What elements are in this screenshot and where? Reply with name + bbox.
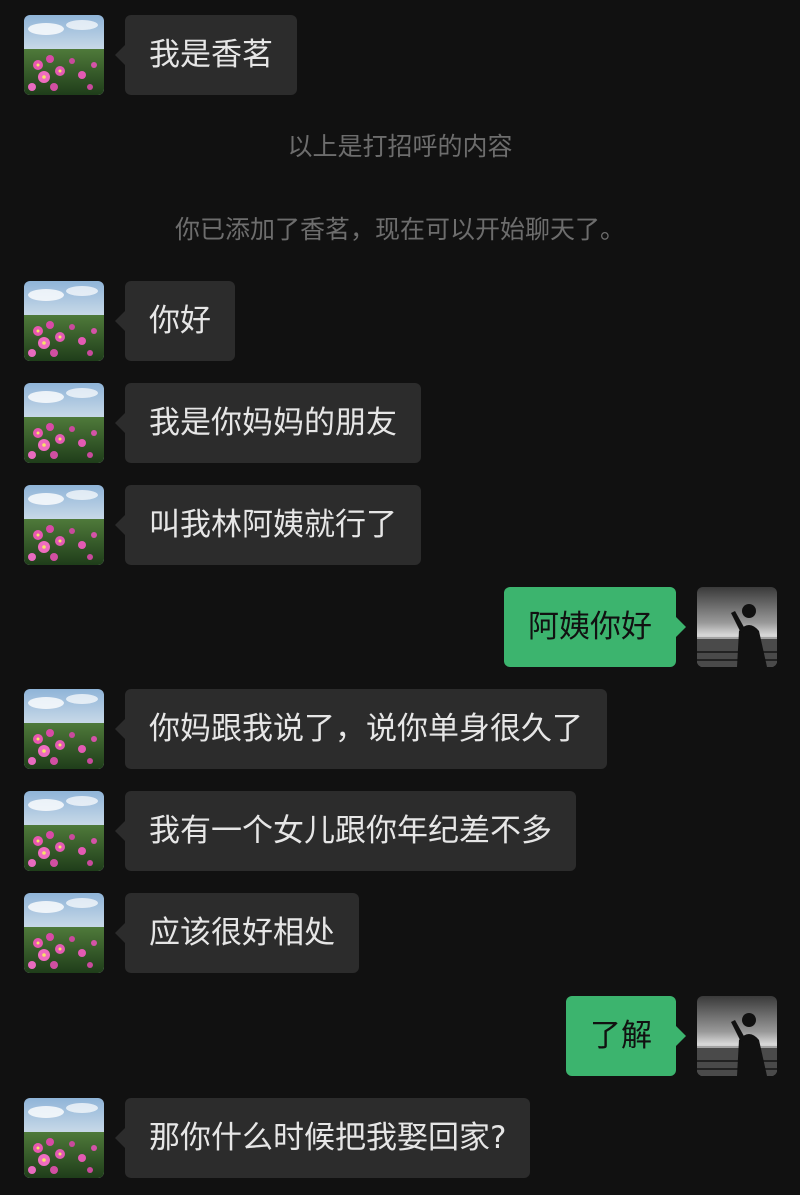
flower-field-avatar-icon xyxy=(24,893,104,973)
outgoing-message-bubble[interactable]: 阿姨你好 xyxy=(504,587,686,667)
message-row: 叫我林阿姨就行了 xyxy=(0,485,800,565)
flower-field-avatar-icon xyxy=(24,1098,104,1178)
message-row: 你妈跟我说了，说你单身很久了 xyxy=(0,689,800,769)
incoming-message-bubble[interactable]: 叫我林阿姨就行了 xyxy=(115,485,421,565)
message-row: 我有一个女儿跟你年纪差不多 xyxy=(0,791,800,871)
message-row: 了解 xyxy=(0,996,800,1076)
message-row: 阿姨你好 xyxy=(0,587,800,667)
system-notice: 你已添加了香茗，现在可以开始聊天了。 xyxy=(174,215,625,244)
outgoing-message-bubble[interactable]: 了解 xyxy=(566,996,686,1076)
message-row: 我是你妈妈的朋友 xyxy=(0,383,800,463)
incoming-message-bubble[interactable]: 我是你妈妈的朋友 xyxy=(115,383,421,463)
system-notice: 以上是打招呼的内容 xyxy=(287,132,513,161)
incoming-message-bubble[interactable]: 我是香茗 xyxy=(115,15,297,95)
contact-avatar[interactable] xyxy=(24,893,104,973)
contact-avatar[interactable] xyxy=(24,15,104,95)
flower-field-avatar-icon xyxy=(24,485,104,565)
flower-field-avatar-icon xyxy=(24,689,104,769)
flower-field-avatar-icon xyxy=(24,791,104,871)
message-row: 你好 xyxy=(0,281,800,361)
my-avatar[interactable] xyxy=(697,587,777,667)
contact-avatar[interactable] xyxy=(24,485,104,565)
contact-avatar[interactable] xyxy=(24,689,104,769)
contact-avatar[interactable] xyxy=(24,383,104,463)
message-row: 应该很好相处 xyxy=(0,893,800,973)
silhouette-sea-avatar-icon xyxy=(697,587,777,667)
incoming-message-bubble[interactable]: 你好 xyxy=(115,281,235,361)
flower-field-avatar-icon xyxy=(24,281,104,361)
contact-avatar[interactable] xyxy=(24,1098,104,1178)
incoming-message-bubble[interactable]: 我有一个女儿跟你年纪差不多 xyxy=(115,791,576,871)
message-row: 那你什么时候把我娶回家? xyxy=(0,1098,800,1178)
incoming-message-bubble[interactable]: 你妈跟我说了，说你单身很久了 xyxy=(115,689,607,769)
my-avatar[interactable] xyxy=(697,996,777,1076)
flower-field-avatar-icon xyxy=(24,383,104,463)
flower-field-avatar-icon xyxy=(24,15,104,95)
contact-avatar[interactable] xyxy=(24,791,104,871)
message-row: 我是香茗 xyxy=(0,15,800,95)
contact-avatar[interactable] xyxy=(24,281,104,361)
silhouette-sea-avatar-icon xyxy=(697,996,777,1076)
incoming-message-bubble[interactable]: 那你什么时候把我娶回家? xyxy=(114,1098,531,1178)
incoming-message-bubble[interactable]: 应该很好相处 xyxy=(115,893,359,973)
